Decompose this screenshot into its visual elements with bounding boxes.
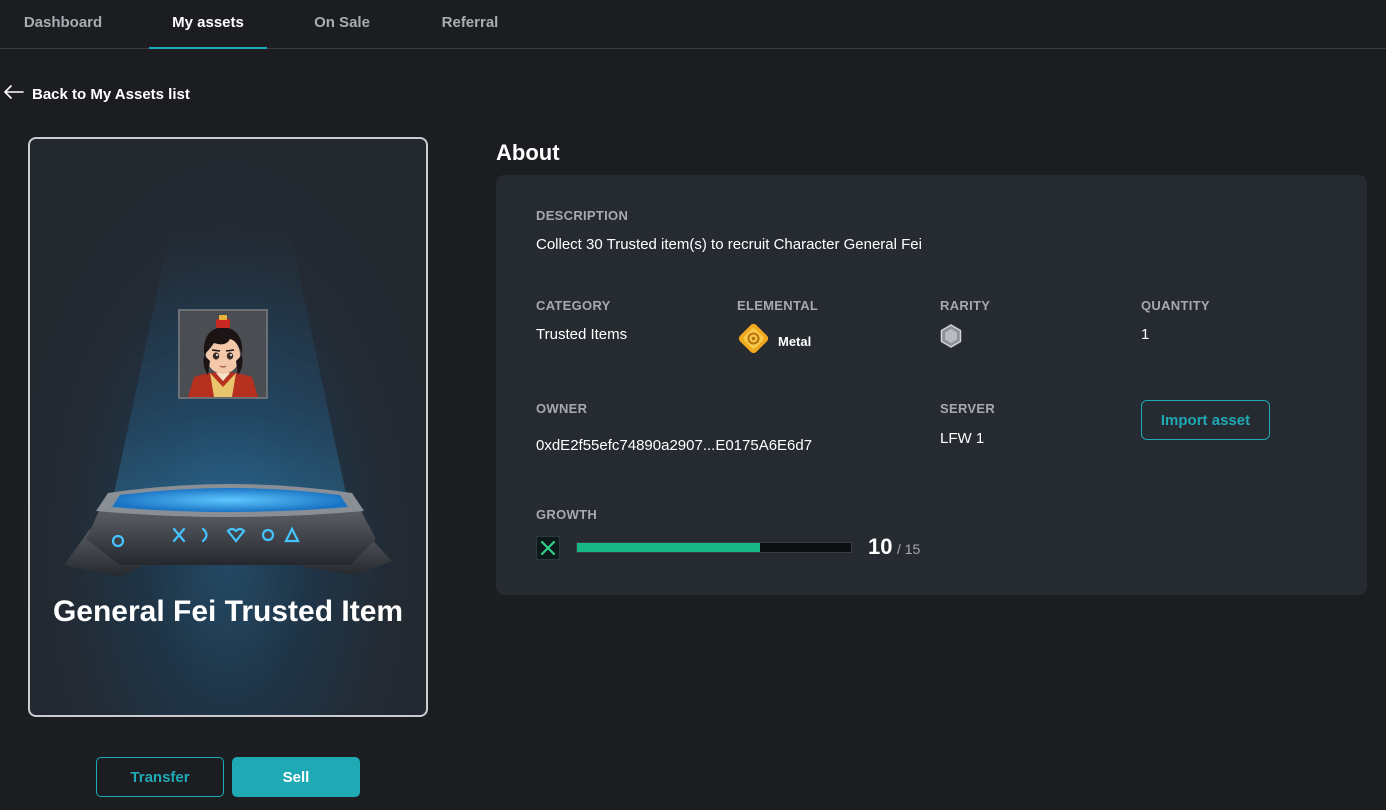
growth-max: / 15 xyxy=(896,541,921,557)
transfer-button[interactable]: Transfer xyxy=(96,757,224,797)
growth-label: GROWTH xyxy=(536,507,598,522)
top-nav: Dashboard My assets On Sale Referral xyxy=(0,0,1386,49)
growth-count: 10 / 15 xyxy=(868,534,920,560)
growth-row: 10 / 15 xyxy=(536,534,956,561)
description-label: DESCRIPTION xyxy=(536,208,629,223)
arrow-left-icon xyxy=(4,85,24,103)
category-value: Trusted Items xyxy=(536,326,628,343)
metal-element-icon xyxy=(737,322,770,360)
growth-progress-bar xyxy=(576,542,852,553)
item-card: General Fei Trusted Item xyxy=(28,137,428,717)
general-fei-portrait-icon xyxy=(178,309,268,399)
gray-hexagon-rarity-icon xyxy=(940,324,962,353)
card-title: General Fei Trusted Item xyxy=(52,595,404,628)
rarity-label: RARITY xyxy=(940,298,991,313)
description-text: Collect 30 Trusted item(s) to recruit Ch… xyxy=(536,236,922,253)
back-to-assets-link[interactable]: Back to My Assets list xyxy=(4,82,190,106)
server-label: SERVER xyxy=(940,401,996,416)
elemental-label: ELEMENTAL xyxy=(737,298,819,313)
growth-icon xyxy=(536,536,560,560)
pedestal-image xyxy=(60,469,400,589)
import-asset-button[interactable]: Import asset xyxy=(1141,400,1270,440)
tab-referral[interactable]: Referral xyxy=(424,0,516,48)
category-label: CATEGORY xyxy=(536,298,611,313)
tab-dashboard[interactable]: Dashboard xyxy=(12,0,114,48)
quantity-label: QUANTITY xyxy=(1141,298,1210,313)
about-panel: DESCRIPTION Collect 30 Trusted item(s) t… xyxy=(496,175,1367,595)
tab-on-sale[interactable]: On Sale xyxy=(296,0,388,48)
sell-button[interactable]: Sell xyxy=(232,757,360,797)
elemental-value: Metal xyxy=(737,322,811,360)
elemental-text: Metal xyxy=(778,333,812,349)
owner-address: 0xdE2f55efc74890a2907...E0175A6E6d7 xyxy=(536,437,813,454)
growth-progress-fill xyxy=(577,543,760,552)
server-value: LFW 1 xyxy=(940,430,985,447)
tab-my-assets[interactable]: My assets xyxy=(149,0,267,49)
growth-current: 10 xyxy=(868,534,893,559)
quantity-value: 1 xyxy=(1141,326,1150,343)
about-heading: About xyxy=(496,140,560,165)
back-link-label: Back to My Assets list xyxy=(32,85,190,103)
owner-label: OWNER xyxy=(536,401,588,416)
